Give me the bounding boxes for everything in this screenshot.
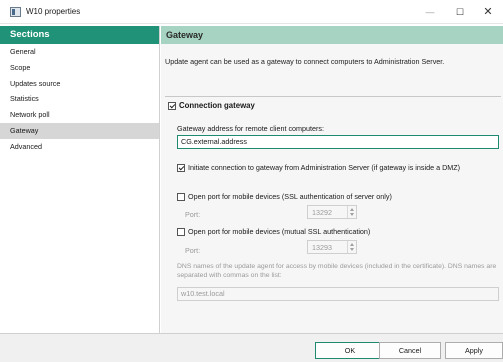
maximize-button[interactable]: ☐ (448, 4, 472, 20)
gateway-address-input[interactable]: CG.external.address (177, 135, 499, 149)
connection-gateway-toggle[interactable]: Connection gateway (168, 101, 255, 110)
sidebar-item-general[interactable]: General (0, 44, 159, 60)
sidebar-item-scope[interactable]: Scope (0, 60, 159, 76)
ssl-server-port-stepper[interactable]: 13292 (307, 205, 357, 219)
sidebar-item-statistics[interactable]: Statistics (0, 91, 159, 107)
ssl-server-port-value: 13292 (312, 208, 332, 217)
spin-up-icon[interactable] (350, 242, 354, 246)
sidebar-header: Sections (0, 26, 159, 44)
cancel-button[interactable]: Cancel (379, 342, 441, 359)
gateway-address-label: Gateway address for remote client comput… (177, 124, 325, 133)
close-button[interactable]: ✕ (476, 4, 500, 20)
ssl-server-port-option[interactable]: Open port for mobile devices (SSL authen… (177, 192, 392, 201)
section-description: Update agent can be used as a gateway to… (165, 57, 445, 66)
gateway-panel: Gateway Update agent can be used as a ga… (161, 26, 503, 336)
connection-gateway-group: Connection gateway Gateway address for r… (165, 96, 501, 336)
spin-down-icon[interactable] (350, 213, 354, 216)
dialog-footer: OK Cancel Apply (0, 333, 503, 362)
ssl-server-port-caption: Port: (185, 210, 201, 219)
sections-sidebar: Sections General Scope Updates source St… (0, 26, 160, 333)
initiate-connection-checkbox[interactable] (177, 163, 185, 172)
mutual-ssl-port-label: Open port for mobile devices (mutual SSL… (188, 227, 371, 236)
mutual-ssl-port-caption: Port: (185, 246, 201, 255)
mutual-ssl-port-stepper[interactable]: 13293 (307, 240, 357, 254)
title-bar: W10 properties — ☐ ✕ (0, 0, 503, 24)
spin-up-icon[interactable] (350, 207, 354, 211)
sidebar-item-updates-source[interactable]: Updates source (0, 76, 159, 92)
sidebar-item-network-poll[interactable]: Network poll (0, 107, 159, 123)
connection-gateway-checkbox[interactable] (168, 101, 176, 110)
initiate-connection-label: Initiate connection to gateway from Admi… (188, 163, 461, 172)
initiate-connection-option[interactable]: Initiate connection to gateway from Admi… (177, 163, 460, 172)
dns-names-input[interactable]: w10.test.local (177, 287, 499, 301)
minimize-button[interactable]: — (418, 4, 442, 20)
sidebar-item-gateway[interactable]: Gateway (0, 122, 159, 139)
sidebar-item-advanced[interactable]: Advanced (0, 139, 159, 155)
apply-button[interactable]: Apply (445, 342, 503, 359)
mutual-ssl-port-option[interactable]: Open port for mobile devices (mutual SSL… (177, 227, 370, 236)
ssl-server-port-checkbox[interactable] (177, 192, 185, 201)
mutual-ssl-port-checkbox[interactable] (177, 227, 185, 236)
mutual-ssl-port-value: 13293 (312, 243, 332, 252)
ssl-server-port-spin[interactable] (347, 206, 356, 218)
properties-window-icon (10, 7, 21, 17)
connection-gateway-label: Connection gateway (179, 101, 255, 110)
spin-down-icon[interactable] (350, 248, 354, 251)
dns-names-note: DNS names of the update agent for access… (177, 263, 497, 279)
window-title: W10 properties (26, 7, 81, 16)
ssl-server-port-label: Open port for mobile devices (SSL authen… (188, 192, 392, 201)
mutual-ssl-port-spin[interactable] (347, 241, 356, 253)
section-title: Gateway (161, 26, 503, 44)
ok-button[interactable]: OK (315, 342, 385, 359)
